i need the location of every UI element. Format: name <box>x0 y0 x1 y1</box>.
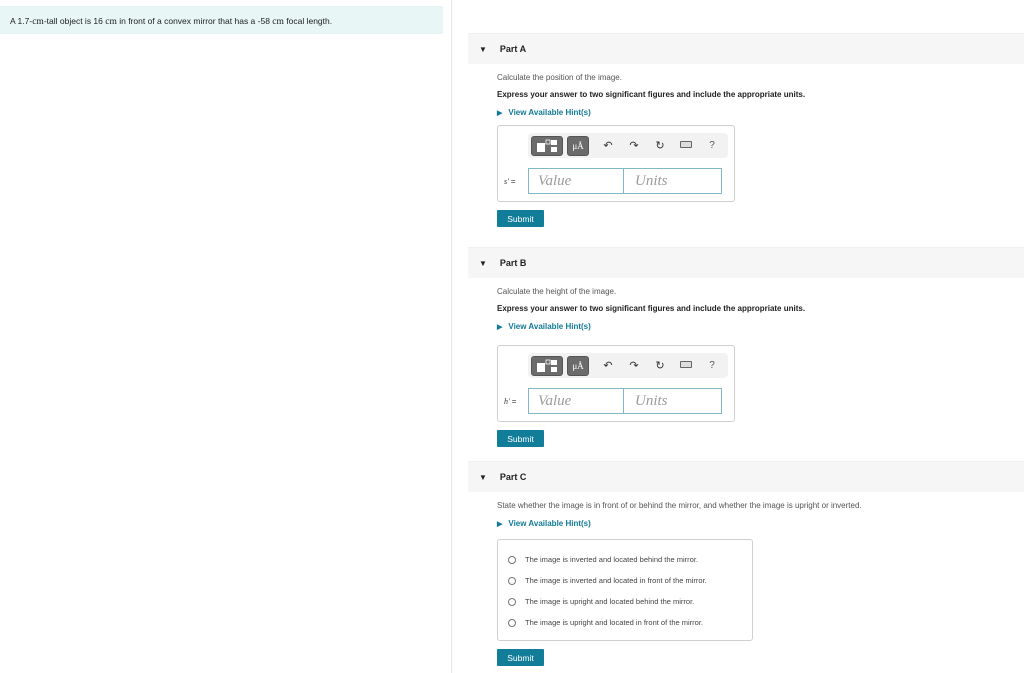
redo-icon[interactable]: ↷ <box>621 359 647 372</box>
answer-row: s′ = Value Units <box>504 168 722 194</box>
part-b-emphasis: Express your answer to two significant f… <box>497 304 806 313</box>
part-c: ▼ Part C State whether the image is in f… <box>468 461 1024 666</box>
radio-button[interactable] <box>508 618 516 627</box>
part-c-submit-button[interactable]: Submit <box>497 649 544 666</box>
expand-icon: ▶ <box>497 109 503 117</box>
templates-icon <box>537 359 557 372</box>
units-input[interactable]: Units <box>624 388 722 414</box>
problem-unit: cm <box>272 17 284 27</box>
choice-option[interactable]: The image is inverted and located behind… <box>498 549 752 570</box>
variable-label: s′ = <box>504 177 528 186</box>
part-a-answer-box: μÅ ↶ ↷ ↻ ? s′ = Value Units <box>497 125 735 202</box>
problem-unit: cm <box>32 17 44 27</box>
hint-label: View Available Hint(s) <box>508 108 591 117</box>
answer-row: h′ = Value Units <box>504 388 722 414</box>
part-a-hint-link[interactable]: ▶ View Available Hint(s) <box>497 108 1024 117</box>
reset-icon[interactable]: ↻ <box>647 359 673 372</box>
part-b-title: Part B <box>499 258 527 268</box>
units-button[interactable]: μÅ <box>567 135 589 156</box>
keyboard-icon[interactable] <box>673 141 699 150</box>
units-input[interactable]: Units <box>624 168 722 194</box>
radio-button[interactable] <box>508 597 516 606</box>
help-icon[interactable]: ? <box>699 360 725 371</box>
expand-icon: ▶ <box>497 520 503 528</box>
choice-label: The image is upright and located in fron… <box>525 618 704 627</box>
collapse-icon[interactable]: ▼ <box>479 473 487 482</box>
math-toolbar: μÅ ↶ ↷ ↻ ? <box>528 133 728 158</box>
problem-text: in front of a convex mirror that has a -… <box>116 16 273 26</box>
variable-label: h′ = <box>504 397 528 406</box>
part-b-submit-button[interactable]: Submit <box>497 430 544 447</box>
redo-icon[interactable]: ↷ <box>621 139 647 152</box>
equals-sign: = <box>510 176 516 186</box>
undo-icon[interactable]: ↶ <box>595 359 621 372</box>
math-toolbar: μÅ ↶ ↷ ↻ ? <box>528 353 728 378</box>
problem-statement: A 1.7-cm-tall object is 16 cm in front o… <box>0 6 443 34</box>
part-a: ▼ Part A Calculate the position of the i… <box>468 33 1024 227</box>
templates-button[interactable] <box>531 135 563 156</box>
value-input[interactable]: Value <box>528 388 624 414</box>
part-b: ▼ Part B Calculate the height of the ima… <box>468 247 1024 447</box>
part-a-instruction: Calculate the position of the image. <box>497 73 622 82</box>
part-a-emphasis: Express your answer to two significant f… <box>497 90 806 99</box>
value-input[interactable]: Value <box>528 168 624 194</box>
part-a-submit-button[interactable]: Submit <box>497 210 544 227</box>
radio-button[interactable] <box>508 576 516 585</box>
part-a-header[interactable]: ▼ Part A <box>468 33 1024 64</box>
problem-unit: cm <box>105 17 117 27</box>
variable-symbol: h′ <box>504 396 510 406</box>
choice-list: The image is inverted and located behind… <box>497 539 753 641</box>
choice-option[interactable]: The image is inverted and located in fro… <box>498 570 752 591</box>
hint-label: View Available Hint(s) <box>508 519 591 528</box>
part-a-title: Part A <box>499 44 527 54</box>
expand-icon: ▶ <box>497 323 503 331</box>
keyboard-icon[interactable] <box>673 361 699 370</box>
collapse-icon[interactable]: ▼ <box>479 259 487 268</box>
undo-icon[interactable]: ↶ <box>595 139 621 152</box>
templates-icon <box>537 139 557 152</box>
equals-sign: = <box>511 396 517 406</box>
hint-label: View Available Hint(s) <box>508 322 591 331</box>
collapse-icon[interactable]: ▼ <box>479 45 487 54</box>
part-c-title: Part C <box>499 472 527 482</box>
problem-panel: A 1.7-cm-tall object is 16 cm in front o… <box>0 0 452 673</box>
choice-label: The image is upright and located behind … <box>525 597 695 606</box>
problem-text: focal length. <box>283 16 333 26</box>
problem-text: -tall object is 16 <box>43 16 106 26</box>
choice-option[interactable]: The image is upright and located behind … <box>498 591 752 612</box>
help-icon[interactable]: ? <box>699 140 725 151</box>
part-b-answer-box: μÅ ↶ ↷ ↻ ? h′ = Value Units <box>497 345 735 422</box>
reset-icon[interactable]: ↻ <box>647 139 673 152</box>
units-button[interactable]: μÅ <box>567 355 589 376</box>
part-c-hint-link[interactable]: ▶ View Available Hint(s) <box>497 519 1024 528</box>
radio-button[interactable] <box>508 555 516 564</box>
part-b-instruction: Calculate the height of the image. <box>497 287 617 296</box>
choice-label: The image is inverted and located in fro… <box>525 576 707 585</box>
variable-symbol: s′ <box>504 176 509 186</box>
part-b-hint-link[interactable]: ▶ View Available Hint(s) <box>497 322 1024 331</box>
part-c-instruction: State whether the image is in front of o… <box>497 501 862 510</box>
part-c-header[interactable]: ▼ Part C <box>468 461 1024 492</box>
choice-label: The image is inverted and located behind… <box>525 555 699 564</box>
part-b-header[interactable]: ▼ Part B <box>468 247 1024 278</box>
templates-button[interactable] <box>531 355 563 376</box>
choice-option[interactable]: The image is upright and located in fron… <box>498 612 752 633</box>
problem-text: A 1.7- <box>10 16 33 26</box>
